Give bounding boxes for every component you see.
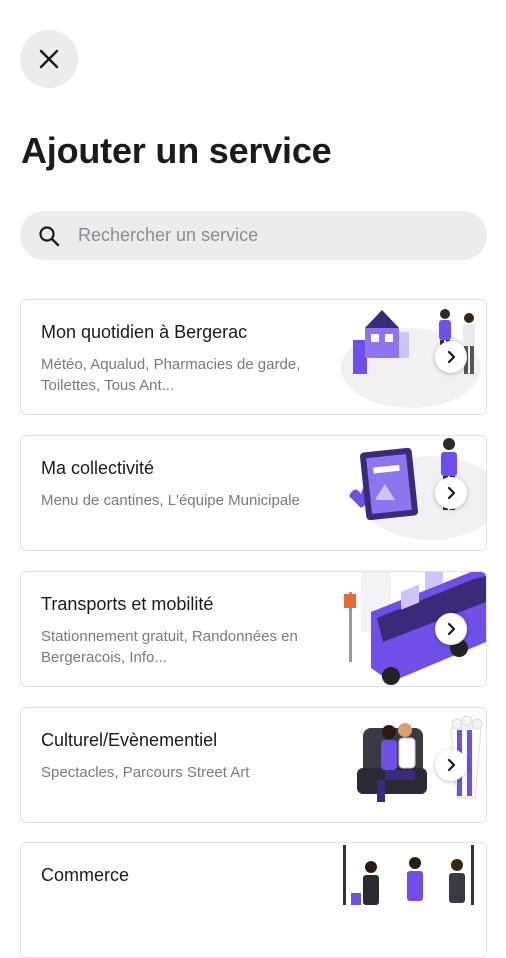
close-icon (39, 49, 59, 69)
service-description: Spectacles, Parcours Street Art (41, 764, 250, 781)
shopping-people-illustration (343, 845, 474, 905)
service-title: Transports et mobilité (41, 594, 214, 614)
service-title: Culturel/Evènementiel (41, 730, 218, 750)
service-description: Météo, Aqualud, Pharmacies de garde, Toi… (41, 356, 301, 394)
service-title: Mon quotidien à Bergerac (41, 322, 248, 342)
service-title: Commerce (41, 865, 130, 885)
service-card-commerce[interactable]: Commerce (20, 842, 487, 958)
search-icon (39, 225, 60, 246)
chevron-right-icon (435, 613, 467, 645)
service-card-transports[interactable]: Transports et mobilité Stationnement gra… (20, 571, 487, 687)
service-description: Menu de cantines, L'équipe Municipale (41, 492, 300, 509)
service-card-quotidien[interactable]: Mon quotidien à Bergerac Météo, Aqualud,… (20, 299, 487, 415)
page-title: Ajouter un service (21, 130, 332, 171)
chevron-right-icon (435, 477, 467, 509)
service-card-culturel[interactable]: Culturel/Evènementiel Spectacles, Parcou… (20, 707, 487, 823)
close-button[interactable] (20, 30, 78, 88)
service-description: Stationnement gratuit, Randonnées en Ber… (41, 628, 298, 666)
chevron-right-icon (435, 749, 467, 781)
service-title: Ma collectivité (41, 458, 155, 478)
search-bar[interactable] (20, 211, 487, 260)
service-card-collectivite[interactable]: Ma collectivité Menu de cantines, L'équi… (20, 435, 487, 551)
chevron-right-icon (435, 341, 467, 373)
search-input[interactable] (78, 225, 458, 246)
